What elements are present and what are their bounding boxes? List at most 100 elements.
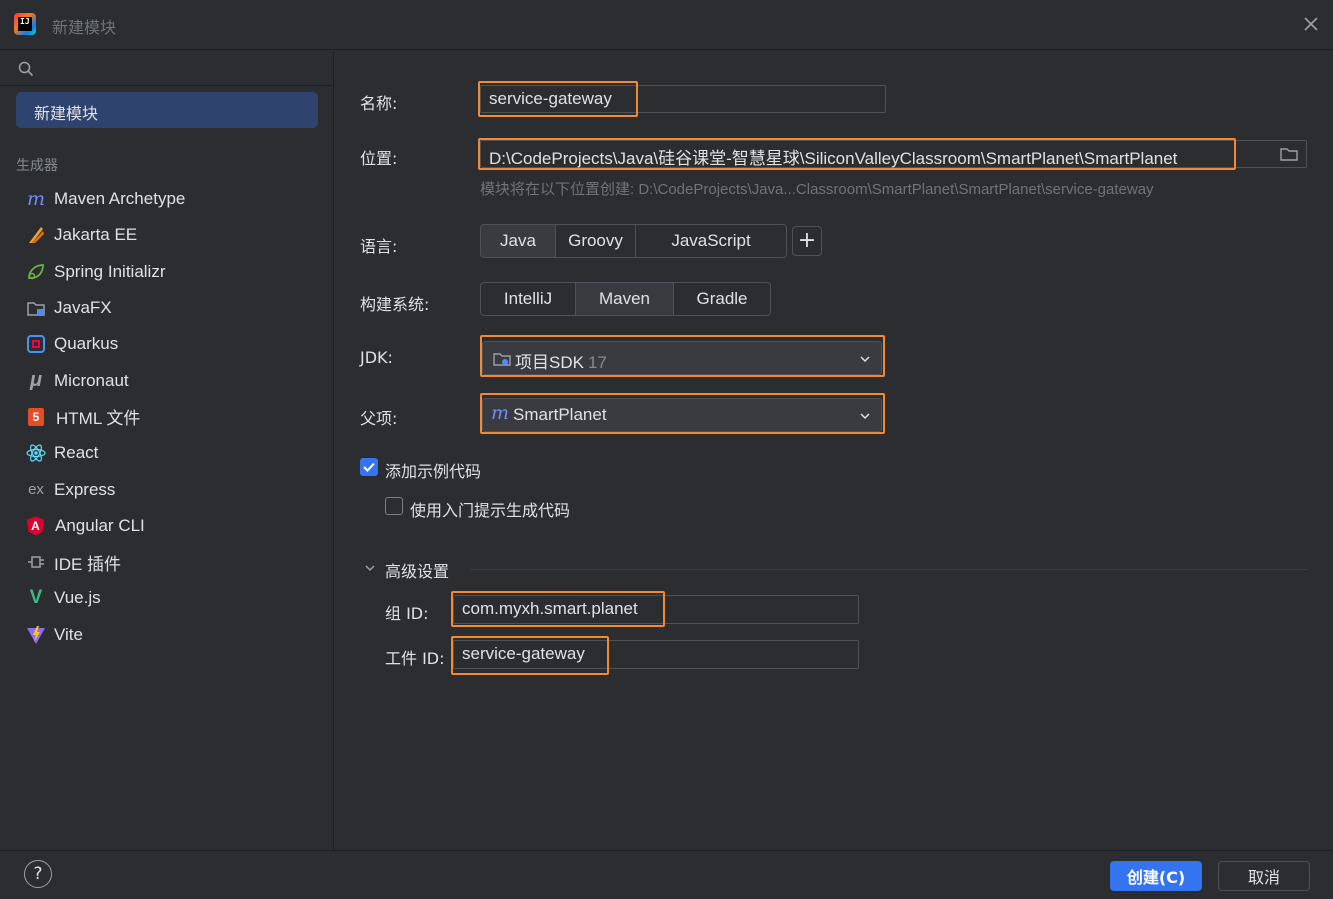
add-language-button[interactable]: + <box>792 226 822 256</box>
generator-label: Angular CLI <box>55 515 145 535</box>
create-button[interactable]: 创建(C) <box>1110 861 1202 891</box>
onboarding-checkbox[interactable] <box>385 497 403 515</box>
form-panel: 名称: service-gateway 位置: D:\CodeProjects\… <box>335 51 1333 850</box>
dialog-footer: ? 创建(C) 取消 <box>0 850 1333 899</box>
generator-label: Micronaut <box>54 370 129 390</box>
build-system-selector: IntelliJ Maven Gradle <box>480 282 771 316</box>
name-value: service-gateway <box>489 89 612 108</box>
jdk-version: 17 <box>587 353 607 372</box>
folder-icon <box>1280 148 1298 161</box>
sidebar-search[interactable] <box>0 51 334 86</box>
chevron-down-icon <box>365 565 375 572</box>
location-value: D:\CodeProjects\Java\硅谷课堂-智慧星球\SiliconVa… <box>489 149 1178 168</box>
generator-label: Maven Archetype <box>54 189 186 209</box>
artifact-id-label: 工件 ID: <box>385 649 445 668</box>
build-option-gradle[interactable]: Gradle <box>674 283 770 315</box>
micronaut-icon: μ <box>29 369 43 392</box>
plugin-icon <box>28 556 44 568</box>
help-icon: ? <box>33 864 43 884</box>
html5-icon: 5 <box>28 407 44 426</box>
generator-label: IDE 插件 <box>54 554 122 574</box>
parent-label: 父项: <box>360 409 398 428</box>
generator-jakarta-ee[interactable]: Jakarta EE <box>0 217 334 253</box>
build-option-intellij[interactable]: IntelliJ <box>481 283 576 315</box>
jakarta-ee-icon <box>29 227 44 244</box>
sidebar: 新建模块 生成器 m Maven Archetype Jakarta EE Sp… <box>0 51 334 850</box>
name-label: 名称: <box>360 94 398 113</box>
generator-label: JavaFX <box>54 298 112 318</box>
sidebar-item-new-module[interactable]: 新建模块 <box>16 92 318 128</box>
name-input[interactable]: service-gateway <box>480 85 886 113</box>
generator-list: m Maven Archetype Jakarta EE Spring Init… <box>0 181 334 653</box>
parent-value: SmartPlanet <box>513 405 607 424</box>
intellij-logo-icon: IJ <box>14 13 36 35</box>
chevron-down-icon <box>860 356 870 363</box>
express-icon: ex <box>28 481 44 499</box>
advanced-settings-label: 高级设置 <box>385 562 450 581</box>
build-system-label: 构建系统: <box>360 295 430 314</box>
react-icon <box>26 444 46 462</box>
language-selector: Java Groovy JavaScript <box>480 224 787 258</box>
generator-vuejs[interactable]: V Vue.js <box>0 580 334 616</box>
language-option-groovy[interactable]: Groovy <box>556 225 636 257</box>
generator-react[interactable]: React <box>0 435 334 471</box>
advanced-divider <box>470 569 1308 570</box>
cancel-button[interactable]: 取消 <box>1218 861 1310 891</box>
jdk-label: JDK: <box>360 348 393 367</box>
add-sample-label: 添加示例代码 <box>385 462 482 481</box>
add-sample-checkbox[interactable] <box>360 458 378 476</box>
group-id-label: 组 ID: <box>385 604 429 623</box>
group-id-input[interactable]: com.myxh.smart.planet <box>453 595 859 624</box>
generator-label: React <box>54 443 99 463</box>
generator-quarkus[interactable]: Quarkus <box>0 326 334 362</box>
javafx-folder-icon <box>27 302 45 317</box>
language-option-java[interactable]: Java <box>481 225 556 257</box>
close-button[interactable] <box>1299 12 1323 36</box>
checkmark-icon <box>363 462 375 472</box>
search-icon <box>18 61 34 77</box>
sdk-folder-icon <box>493 353 511 366</box>
maven-icon: m <box>491 402 510 424</box>
window-title: 新建模块 <box>52 18 117 37</box>
generator-label: Jakarta EE <box>54 225 138 245</box>
close-icon <box>1304 17 1318 31</box>
browse-folder-button[interactable] <box>1272 141 1306 167</box>
group-id-value: com.myxh.smart.planet <box>462 599 638 618</box>
location-hint: 模块将在以下位置创建: D:\CodeProjects\Java...Class… <box>480 181 1154 198</box>
onboarding-label: 使用入门提示生成代码 <box>410 501 571 520</box>
language-label: 语言: <box>360 237 398 256</box>
vite-icon <box>27 625 45 644</box>
vue-icon: V <box>29 587 43 609</box>
artifact-id-value: service-gateway <box>462 644 585 663</box>
generator-ide-plugin[interactable]: IDE 插件 <box>0 544 334 580</box>
generator-spring-initializr[interactable]: Spring Initializr <box>0 254 334 290</box>
generator-javafx[interactable]: JavaFX <box>0 290 334 326</box>
build-option-maven[interactable]: Maven <box>576 283 674 315</box>
spring-icon <box>28 263 44 279</box>
language-option-javascript[interactable]: JavaScript <box>636 225 786 257</box>
artifact-id-input[interactable]: service-gateway <box>453 640 859 669</box>
title-bar: IJ 新建模块 <box>0 0 1333 50</box>
location-input[interactable]: D:\CodeProjects\Java\硅谷课堂-智慧星球\SiliconVa… <box>480 140 1307 168</box>
angular-icon: A <box>27 516 44 536</box>
help-button[interactable]: ? <box>24 860 52 888</box>
generator-vite[interactable]: Vite <box>0 617 334 653</box>
generator-label: Vite <box>54 624 83 644</box>
generator-micronaut[interactable]: μ Micronaut <box>0 362 334 398</box>
generator-angular-cli[interactable]: A Angular CLI <box>0 508 334 544</box>
advanced-settings-toggle[interactable]: 高级设置 <box>360 556 1308 581</box>
quarkus-icon <box>27 335 45 354</box>
generator-html-file[interactable]: 5 HTML 文件 <box>0 399 334 435</box>
generator-label: HTML 文件 <box>56 409 141 429</box>
generator-express[interactable]: ex Express <box>0 471 334 507</box>
jdk-name: 项目SDK <box>515 353 584 372</box>
generator-maven-archetype[interactable]: m Maven Archetype <box>0 181 334 217</box>
maven-icon: m <box>26 188 46 211</box>
location-label: 位置: <box>360 149 398 168</box>
logo-text: IJ <box>20 17 30 26</box>
jdk-dropdown[interactable]: 项目SDK 17 <box>482 341 882 375</box>
generator-label: Express <box>54 479 116 499</box>
parent-dropdown[interactable]: m SmartPlanet <box>482 398 882 432</box>
generator-label: Quarkus <box>54 334 119 354</box>
generator-label: Vue.js <box>54 588 101 608</box>
